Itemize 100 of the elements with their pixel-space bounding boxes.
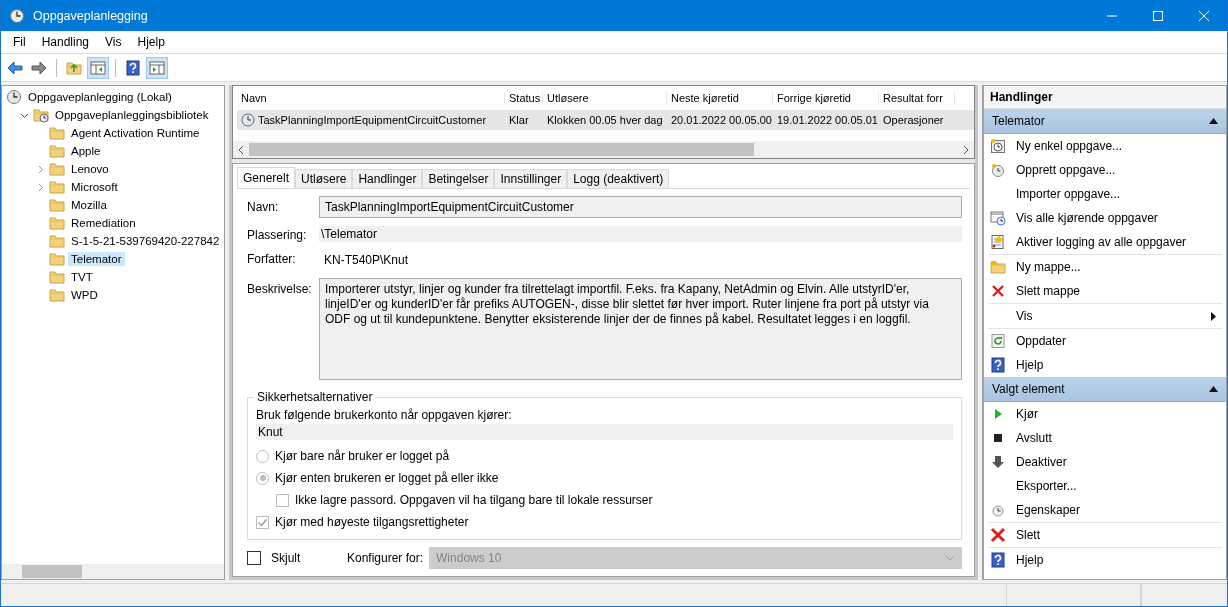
tree-item[interactable]: Oppgaveplanlegging (Lokal) (25, 90, 175, 104)
configure-label: Konfigurer for: (347, 551, 424, 565)
tree-item[interactable]: Oppgaveplanleggingsbibliotek (52, 108, 212, 122)
action-item[interactable]: Avslutt (988, 426, 1222, 450)
window-title: Oppgaveplanlegging (33, 8, 149, 23)
clock-icon (990, 502, 1006, 518)
delete-icon (990, 283, 1006, 299)
checkbox[interactable] (276, 493, 289, 507)
action-item[interactable]: Slett mappe (988, 279, 1222, 303)
radio-button[interactable] (256, 471, 269, 485)
action-item[interactable]: Oppdater (988, 329, 1222, 353)
delete-icon (990, 527, 1006, 543)
refresh-icon (990, 333, 1006, 349)
table-row[interactable]: TaskPlanningImportEquipmentCircuitCustomer Klar Klokken 00.05 hver dag 20.01.2022 00.05.00 19.01.2022 00.05.01 Operasjoner (237, 110, 974, 130)
radio-button[interactable] (256, 449, 269, 463)
action-item[interactable]: Ny mappe... (988, 255, 1222, 279)
collapse-triangle-icon[interactable] (1209, 386, 1218, 392)
action-item[interactable]: Hjelp (988, 353, 1222, 377)
folder-icon (49, 287, 65, 303)
table-cell: Operasjoner (883, 114, 944, 126)
tree-item[interactable]: WPD (68, 288, 101, 302)
action-item[interactable]: Egenskaper (988, 498, 1222, 522)
tree-item[interactable]: S-1-5-21-539769420-227842 (68, 234, 223, 248)
menu-item[interactable]: Vis (97, 35, 130, 49)
tab[interactable]: Generelt (237, 167, 296, 188)
tab[interactable]: Utløsere (295, 169, 353, 188)
chevron-left-icon (237, 145, 245, 154)
prompt-text: Bruk følgende brukerkonto når oppgaven kjører: (256, 408, 513, 422)
action-item[interactable]: Ny enkel oppgave... (988, 134, 1222, 158)
toolbar-button[interactable] (146, 56, 168, 79)
folder-icon (49, 161, 65, 177)
table-cell: Klokken 00.05 hver dag (547, 114, 663, 126)
collapse-triangle-icon[interactable] (1209, 118, 1218, 124)
action-item[interactable]: Vis (988, 304, 1222, 328)
panel-title: Handlinger (984, 86, 1226, 109)
field-label: Beskrivelse: (247, 281, 313, 296)
folder-icon (49, 233, 65, 249)
toolbar-button[interactable] (87, 56, 109, 79)
tree-item[interactable]: TVT (68, 270, 96, 284)
tab[interactable]: Logg (deaktivert) (567, 169, 670, 188)
action-item[interactable]: Vis alle kjørende oppgaver (988, 206, 1222, 230)
menu-item[interactable]: Hjelp (129, 35, 173, 49)
field-label: Navn: (247, 199, 280, 214)
tree-item[interactable]: Mozilla (68, 198, 110, 212)
tab[interactable]: Innstillinger (494, 169, 568, 188)
menu-item[interactable]: Handling (33, 35, 98, 49)
folder-icon (49, 143, 65, 159)
action-item[interactable]: Slett (988, 523, 1222, 547)
name-field[interactable]: TaskPlanningImportEquipmentCircuitCustomer (319, 196, 962, 218)
submenu-arrow-icon (1211, 311, 1216, 321)
tab[interactable]: Handlinger (352, 169, 423, 188)
tree-item[interactable]: Microsoft (68, 180, 121, 194)
field-label: Plassering: (247, 227, 308, 242)
location-value: \Telemator (319, 226, 962, 242)
section-header[interactable]: Telemator (984, 109, 1226, 134)
action-item[interactable]: Deaktiver (988, 450, 1222, 474)
column-header[interactable]: Neste kjøretid (667, 92, 773, 104)
scrollbar[interactable] (2, 564, 224, 579)
option-label: Kjør med høyeste tilgangsrettigheter (275, 515, 469, 529)
tree-item[interactable]: Apple (68, 144, 104, 158)
column-header[interactable]: Status (505, 92, 543, 104)
action-item[interactable]: Eksporter... (988, 474, 1222, 498)
tree-item[interactable]: Lenovo (68, 162, 112, 176)
action-item[interactable]: Kjør (988, 402, 1222, 426)
table-cell: TaskPlanningImportEquipmentCircuitCustomer (258, 114, 487, 126)
close-icon (1199, 10, 1209, 21)
folder-clock-icon (33, 107, 49, 123)
description-field[interactable]: Importerer utstyr, linjer og kunder fra tilrettelagt importfil. F.eks. fra Kapany, NetAdmin og Elvin. Alle utstyrID'er, linjeID'er og kunderID'er får prefiks AUTOGEN-, disse blir slettet før hver import. Ruter linjene fra port på utstyr via ODF og ut til kundepunktene. Benytter eksisterende linjer der de finnes på kabel. Resultatet legges i en loggfil. (319, 278, 962, 380)
checkbox[interactable] (247, 551, 261, 565)
action-item[interactable]: Importer oppgave... (988, 182, 1222, 206)
action-item[interactable]: Hjelp (988, 548, 1222, 572)
section-header[interactable]: Valgt element (984, 377, 1226, 402)
column-header[interactable]: Forrige kjøretid (773, 92, 879, 104)
folder-icon (49, 215, 65, 231)
checkbox[interactable] (256, 515, 269, 529)
menu-item[interactable]: Fil (5, 35, 34, 49)
clock-icon (9, 7, 25, 24)
tab[interactable]: Betingelser (422, 169, 495, 188)
window-clock-icon (990, 210, 1006, 226)
pane-icon (149, 59, 165, 76)
scrollbar[interactable] (233, 141, 974, 158)
column-header[interactable]: Utløsere (543, 92, 667, 104)
forward-arrow-icon (31, 59, 47, 76)
action-item[interactable]: Aktiver logging av alle oppgaver (988, 230, 1222, 254)
tree-item[interactable]: Agent Activation Runtime (68, 126, 203, 140)
option-label: Kjør bare når bruker er logget på (275, 449, 450, 463)
tree-item[interactable]: Remediation (68, 216, 139, 230)
help-icon (990, 552, 1006, 568)
chevron-right-icon (962, 145, 970, 154)
clock-icon (241, 113, 255, 127)
help-icon (125, 59, 141, 76)
column-header[interactable]: Resultat forr (879, 92, 955, 104)
group-title: Sikkerhetsalternativer (254, 390, 376, 404)
tree-item[interactable]: Telemator (68, 252, 125, 266)
calendar-clock-icon (990, 138, 1006, 154)
action-item[interactable]: Opprett oppgave... (988, 158, 1222, 182)
folder-icon (49, 251, 65, 267)
down-arrow-icon (990, 454, 1006, 470)
new-folder-icon (990, 259, 1006, 275)
column-header[interactable]: Navn (237, 92, 505, 104)
